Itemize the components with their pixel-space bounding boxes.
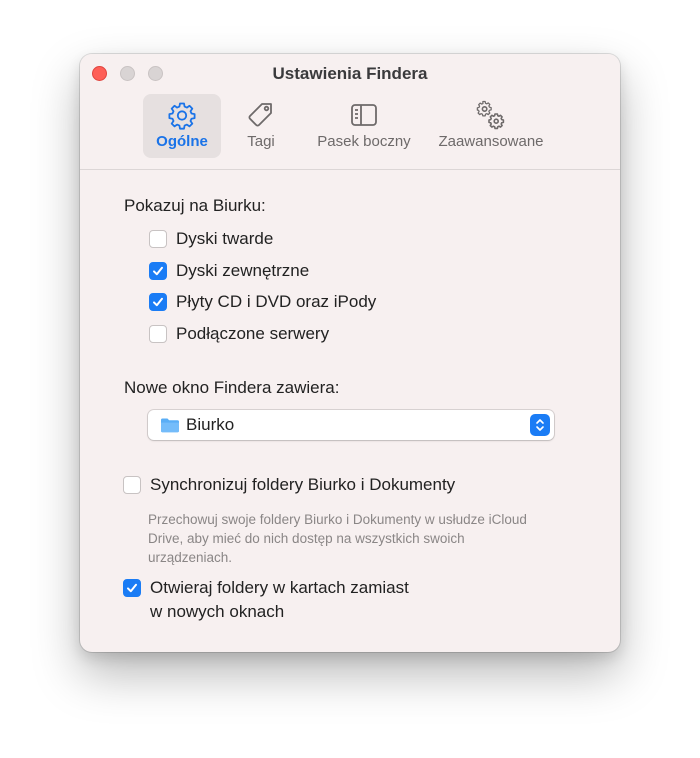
new-window-popup[interactable]: Biurko: [148, 410, 554, 440]
checkbox-box[interactable]: [149, 293, 167, 311]
sync-description: Przechowuj swoje foldery Biurko i Dokume…: [148, 512, 527, 565]
tab-general-label: Ogólne: [156, 133, 208, 150]
tab-advanced-label: Zaawansowane: [438, 133, 544, 150]
checkbox-box[interactable]: [123, 579, 141, 597]
checkbox-hard-disks[interactable]: Dyski twarde: [149, 228, 273, 250]
checkbox-label: Otwieraj foldery w kartach zamiast: [150, 578, 409, 597]
checkbox-box[interactable]: [149, 230, 167, 248]
checkbox-external-disks[interactable]: Dyski zewnętrzne: [149, 260, 309, 282]
checkbox-sync-folders[interactable]: Synchronizuj foldery Biurko i Dokumenty: [123, 474, 455, 496]
tab-sidebar-label: Pasek boczny: [317, 133, 411, 150]
checkmark-icon: [153, 297, 163, 307]
checkbox-box[interactable]: [149, 262, 167, 280]
checkbox-label: Płyty CD i DVD oraz iPody: [176, 292, 377, 311]
gear-icon: [168, 102, 196, 130]
sidebar-icon: [351, 104, 377, 126]
checkbox-box[interactable]: [123, 476, 141, 494]
checkbox-connected-servers[interactable]: Podłączone serwery: [149, 323, 329, 345]
tab-advanced[interactable]: Zaawansowane: [432, 94, 550, 158]
checkbox-label: Podłączone serwery: [176, 324, 330, 343]
general-pane: Pokazuj na Biurku: Dyski twarde Dyski ze…: [80, 170, 620, 652]
tab-general[interactable]: Ogólne: [143, 94, 221, 158]
gears-icon: [476, 100, 505, 130]
checkmark-icon: [127, 583, 137, 593]
checkbox-box[interactable]: [149, 325, 167, 343]
chevron-up-down-icon: [536, 419, 544, 431]
desktop-section-label: Pokazuj na Biurku:: [124, 196, 266, 215]
finder-settings-window: Ustawienia Findera Ogólne Tagi Pasek boc…: [80, 54, 620, 652]
open-tabs-label-line2: w nowych oknach: [150, 602, 285, 621]
tab-sidebar[interactable]: Pasek boczny: [305, 94, 423, 158]
tag-icon: [248, 103, 272, 127]
popup-value: Biurko: [186, 415, 235, 434]
toolbar: Ustawienia Findera Ogólne Tagi Pasek boc…: [80, 54, 620, 170]
tab-tags-label: Tagi: [247, 133, 275, 150]
window-title: Ustawienia Findera: [272, 64, 428, 83]
tab-tags[interactable]: Tagi: [232, 94, 290, 158]
checkbox-label: Dyski zewnętrzne: [176, 261, 310, 280]
checkmark-icon: [153, 266, 163, 276]
checkbox-label: Dyski twarde: [176, 229, 274, 248]
folder-icon: [161, 418, 179, 433]
checkbox-cd-dvd-ipods[interactable]: Płyty CD i DVD oraz iPody: [149, 291, 376, 313]
new-window-label: Nowe okno Findera zawiera:: [124, 378, 340, 397]
checkbox-label: Synchronizuj foldery Biurko i Dokumenty: [150, 475, 456, 494]
popup-stepper[interactable]: [530, 414, 550, 436]
checkbox-open-in-tabs[interactable]: Otwieraj foldery w kartach zamiast: [123, 577, 409, 599]
